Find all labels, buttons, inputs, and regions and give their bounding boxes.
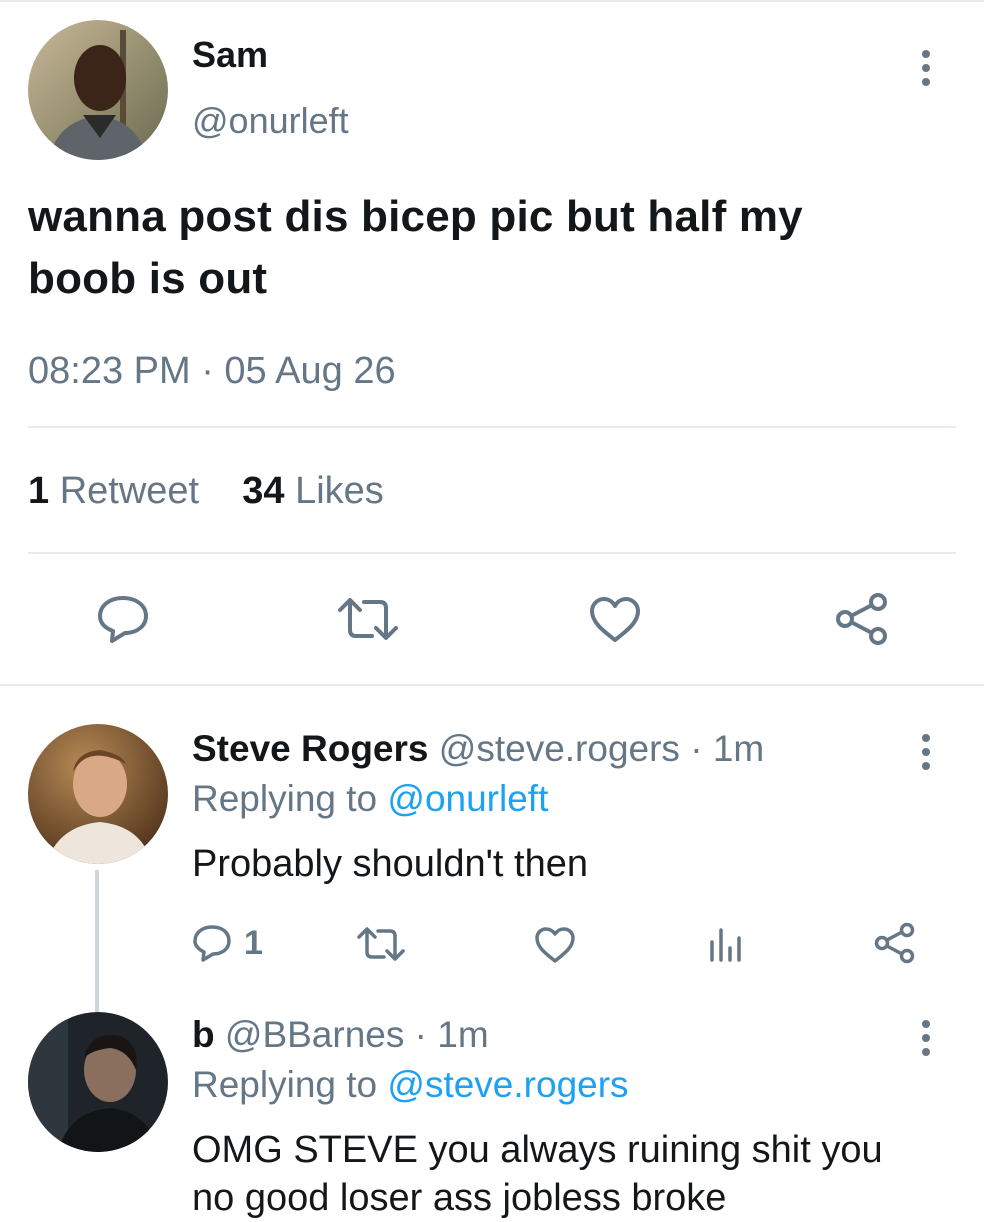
- engagement-stats: 1 Retweet 34 Likes: [28, 470, 384, 513]
- retweet-icon[interactable]: [356, 926, 406, 962]
- replying-to-link[interactable]: @onurleft: [387, 778, 548, 819]
- reply-text-line-1: OMG STEVE you always ruining shit you: [192, 1129, 883, 1171]
- top-divider: [0, 0, 984, 2]
- reply-author-name[interactable]: Steve Rogers: [192, 728, 429, 769]
- share-icon[interactable]: [874, 922, 916, 964]
- reply-count: 1: [244, 924, 263, 962]
- reply-avatar[interactable]: [28, 1012, 168, 1152]
- replying-prefix: Replying to: [192, 1064, 378, 1105]
- more-icon[interactable]: [921, 1020, 931, 1056]
- likes-stat[interactable]: 34 Likes: [242, 470, 384, 512]
- more-icon[interactable]: [921, 734, 931, 770]
- likes-label: Likes: [295, 470, 384, 512]
- author-handle[interactable]: @onurleft: [192, 100, 349, 142]
- reply-text: Probably shouldn't then: [192, 843, 588, 885]
- replying-to-link[interactable]: @steve.rogers: [387, 1064, 628, 1105]
- likes-count: 34: [242, 470, 285, 512]
- retweets-stat[interactable]: 1 Retweet: [28, 470, 210, 512]
- tweet-text-line-1: wanna post dis bicep pic but half my: [28, 192, 803, 241]
- replying-to: Replying to @steve.rogers: [192, 1064, 629, 1106]
- heart-icon[interactable]: [588, 596, 642, 644]
- reply-icon[interactable]: [192, 924, 232, 962]
- replying-to: Replying to @onurleft: [192, 778, 548, 820]
- replying-prefix: Replying to: [192, 778, 378, 819]
- section-divider: [0, 684, 984, 686]
- retweets-label: Retweet: [59, 470, 200, 512]
- reply-icon[interactable]: [96, 594, 150, 644]
- reply-author-handle[interactable]: @steve.rogers · 1m: [439, 728, 764, 769]
- author-avatar[interactable]: [28, 20, 168, 160]
- divider: [28, 552, 956, 554]
- reply-author-handle[interactable]: @BBarnes · 1m: [225, 1014, 489, 1055]
- share-icon[interactable]: [834, 592, 890, 646]
- reply-header: b @BBarnes · 1m: [192, 1014, 489, 1056]
- tweet-text-line-2: boob is out: [28, 254, 268, 303]
- more-icon[interactable]: [921, 50, 931, 86]
- thread-connector: [95, 870, 99, 1012]
- tweet-timestamp: 08:23 PM · 05 Aug 26: [28, 350, 396, 392]
- reply-header: Steve Rogers @steve.rogers · 1m: [192, 728, 764, 770]
- heart-icon[interactable]: [534, 926, 576, 964]
- analytics-icon[interactable]: [708, 924, 742, 962]
- reply-text: OMG STEVE you always ruining shit you no…: [192, 1126, 972, 1222]
- retweets-count: 1: [28, 470, 50, 512]
- author-name[interactable]: Sam: [192, 34, 268, 76]
- tweet-text: wanna post dis bicep pic but half my boo…: [28, 186, 958, 310]
- retweet-icon[interactable]: [336, 596, 400, 642]
- divider: [28, 426, 956, 428]
- reply-author-name[interactable]: b: [192, 1014, 215, 1055]
- reply-avatar[interactable]: [28, 724, 168, 864]
- reply-text-line-2: no good loser ass jobless broke: [192, 1177, 727, 1219]
